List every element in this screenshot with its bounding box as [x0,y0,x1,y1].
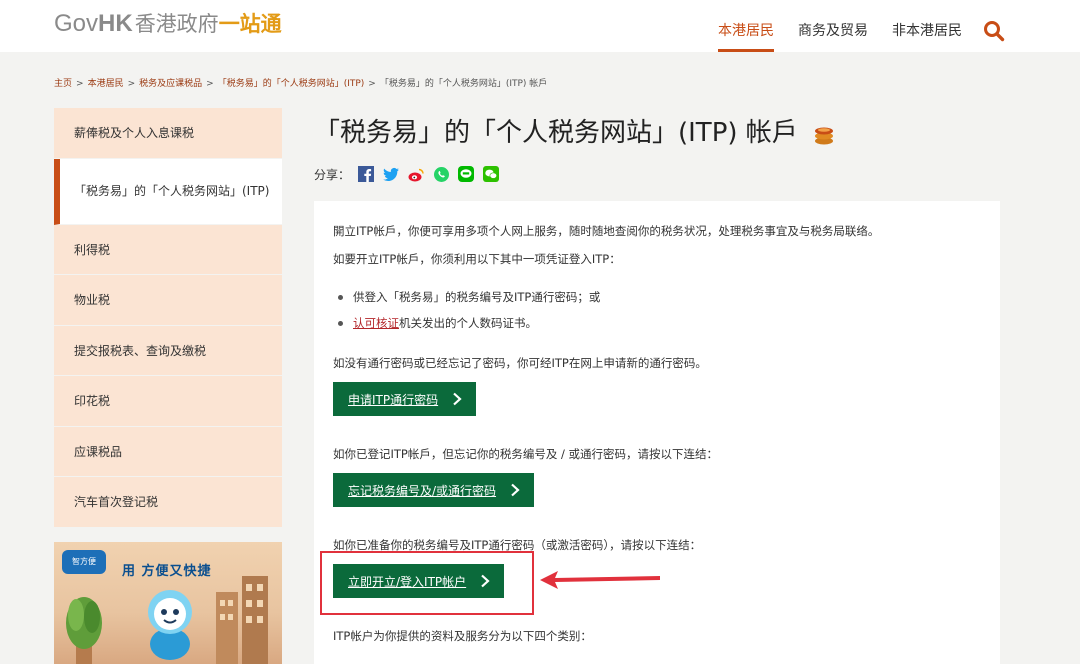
line-icon[interactable] [458,166,475,183]
wechat-icon[interactable] [483,166,500,183]
sidebar-item-itp[interactable]: 「税务易」的「个人税务网站」(ITP) [54,158,282,225]
promo-banner[interactable]: 智方便 用 方便又快捷 [54,541,282,664]
highlight-box [320,551,534,615]
forgot-tin-password-button[interactable]: 忘记税务编号及/或通行密码 [333,473,535,507]
sidebar-item-property-tax[interactable]: 物业税 [54,275,282,326]
top-nav: 本港居民 商务及贸易 非本港居民 [718,20,962,52]
share-label: 分享： [314,168,351,182]
chevron-right-icon [511,483,520,497]
certification-authority-link[interactable]: 认可核证 [353,316,399,330]
site-header: GovHK香港政府一站通 本港居民 商务及贸易 非本港居民 [0,0,1080,52]
list-item: 认可核证机关发出的个人数码证书。 [338,315,537,331]
sidebar-item-filing[interactable]: 提交报税表、查询及缴税 [54,325,282,376]
plant-icon [66,596,102,664]
logo-cn2: 一站通 [218,12,282,36]
sidebar-item-stamp-duty[interactable]: 印花税 [54,376,282,427]
intro-paragraph: 開立ITP帐戶，你便可享用多项个人网上服务，随时随地查阅你的税务状况，处理税务事… [333,224,880,238]
chevron-right-icon [453,392,462,406]
share-bar: 分享： [314,166,500,183]
weibo-icon[interactable] [408,166,425,183]
forgot-tin-password-label: 忘记税务编号及/或通行密码 [348,483,497,498]
coins-icon [815,127,834,144]
sidebar-item-dutiable[interactable]: 应课税品 [54,426,282,477]
nav-non-residents[interactable]: 非本港居民 [892,20,962,52]
apply-itp-password-button[interactable]: 申请ITP通行密码 [333,382,477,416]
arrow-left-icon [540,571,660,589]
sidebar-item-vehicle-tax[interactable]: 汽车首次登记税 [54,477,282,528]
sidebar: 薪俸税及个人入息课税 「税务易」的「个人税务网站」(ITP) 利得税 物业税 提… [54,108,282,664]
search-icon[interactable] [983,20,1005,42]
banner-logo: 智方便 [62,549,106,574]
page-title: 「税务易」的「个人税务网站」(ITP) 帐戶 [314,112,836,149]
requirement-paragraph: 如要开立ITP帐戶，你须利用以下其中一项凭证登入ITP： [333,252,621,266]
banner-text: 用 方便又快捷 [122,563,212,579]
mascot-icon [148,589,192,660]
breadcrumb-tax[interactable]: 税务及应课税品 [139,79,202,89]
categories-paragraph: ITP帐户为你提供的资料及服务分为以下四个类别： [333,629,592,643]
breadcrumb-current: 「税务易」的「个人税务网站」(ITP) 帐戶 [379,79,548,89]
nav-residents[interactable]: 本港居民 [718,20,774,52]
breadcrumb-residents[interactable]: 本港居民 [88,79,124,89]
nav-business[interactable]: 商务及贸易 [798,20,868,52]
forgot-tin-paragraph: 如你已登记ITP帐戶，但忘记你的税务编号及 / 或通行密码，请按以下连结： [333,447,719,461]
logo-hk: HK [98,10,133,37]
bullet-2-text: 机关发出的个人数码证书。 [399,316,537,330]
twitter-icon[interactable] [383,166,400,183]
facebook-icon[interactable] [358,166,375,183]
sidebar-item-profits-tax[interactable]: 利得税 [54,224,282,275]
logo-gov: Gov [54,10,99,37]
logo-cn1: 香港政府 [134,12,219,36]
page-title-text: 「税务易」的「个人税务网站」(ITP) 帐戶 [314,118,798,148]
breadcrumb-itp[interactable]: 「税务易」的「个人税务网站」(ITP) [218,79,365,89]
list-item: 供登入「税务易」的税务编号及ITP通行密码；或 [338,289,600,305]
breadcrumb-home[interactable]: 主页 [54,79,72,89]
apply-itp-password-label: 申请ITP通行密码 [348,392,439,407]
govhk-logo[interactable]: GovHK香港政府一站通 [54,8,282,39]
breadcrumb: 主页 > 本港居民 > 税务及应课税品 > 「税务易」的「个人税务网站」(ITP) > 「税务易… [54,79,548,89]
building-icon [216,575,268,664]
sidebar-item-salaries-tax[interactable]: 薪俸税及个人入息课税 [54,108,282,159]
bullet-1-text: 供登入「税务易」的税务编号及ITP通行密码；或 [353,290,601,304]
whatsapp-icon[interactable] [433,166,450,183]
forgot-password-paragraph: 如没有通行密码或已经忘记了密码，你可经ITP在网上申请新的通行密码。 [333,356,707,370]
